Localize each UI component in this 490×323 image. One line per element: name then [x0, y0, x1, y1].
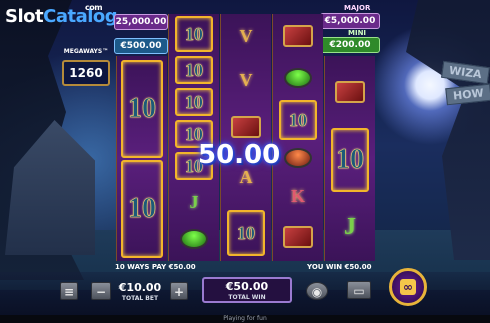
treasure-box-icon	[283, 226, 313, 248]
megaways-count: 1260	[62, 60, 110, 86]
reel-3: V V A 10	[220, 14, 271, 261]
symbol-ten: 10	[227, 210, 265, 256]
footer-text: Playing for fun	[223, 315, 267, 322]
cauldron-icon	[284, 148, 312, 168]
symbol-v: V	[239, 69, 253, 90]
symbol-ten: 10	[175, 16, 213, 52]
total-win-label: TOTAL WIN	[228, 294, 266, 301]
symbol-cauldron	[175, 222, 213, 256]
footer: Playing for fun	[0, 315, 490, 323]
reel-5: 10 J	[324, 56, 375, 261]
symbol-v: V	[239, 25, 253, 46]
symbol-ten: 10	[175, 88, 213, 116]
decrease-bet-button[interactable]: −	[91, 282, 111, 300]
logo-suffix: com	[85, 3, 103, 12]
sign-1: WIZA	[441, 60, 490, 85]
autoplay-icon: ▭	[353, 284, 365, 298]
cauldron-icon	[180, 229, 208, 249]
symbol-cauldron	[279, 60, 317, 96]
symbol-ten: 10	[121, 60, 163, 158]
plus-icon: +	[173, 285, 185, 299]
reel-grid: 10 10 10 10 10 10 10 J V V A 10 10 K 10 …	[116, 14, 375, 261]
sign-2: HOW	[445, 83, 490, 106]
menu-button[interactable]: ≡	[60, 282, 78, 300]
ways-pay-text: 10 WAYS PAY €50.00	[115, 263, 196, 271]
watermark-logo: SlotCatalog com	[5, 3, 118, 27]
logo-part-2: Catalog	[43, 6, 118, 27]
symbol-treasure-box	[279, 18, 317, 54]
minus-icon: −	[95, 285, 107, 299]
symbol-cauldron	[279, 144, 317, 172]
symbol-ten: 10	[121, 160, 163, 258]
reel-2: 10 10 10 10 10 J	[168, 14, 219, 261]
symbol-ten: 10	[331, 128, 369, 192]
turbo-icon: ◉	[311, 285, 323, 299]
reel-1: 10 10	[116, 56, 167, 261]
cauldron-icon	[284, 68, 312, 88]
infinity-icon: ∞	[400, 279, 416, 295]
total-win-value: €50.00	[225, 280, 269, 293]
spin-button[interactable]: ∞	[389, 268, 427, 306]
you-win-text: YOU WIN €50.00	[307, 263, 372, 271]
menu-icon: ≡	[63, 285, 75, 299]
megaways-label: MEGAWAYS™	[63, 48, 109, 55]
symbol-treasure-box	[227, 110, 265, 144]
jackpot-major-label: MAJOR	[344, 4, 371, 12]
symbol-j: J	[189, 191, 199, 212]
symbol-ten: 10	[279, 100, 317, 140]
increase-bet-button[interactable]: +	[170, 282, 188, 300]
symbol-ten: 10	[175, 56, 213, 84]
total-bet-value: €10.00	[118, 281, 162, 294]
treasure-box-icon	[335, 81, 365, 103]
symbol-k: K	[290, 185, 305, 206]
symbol-treasure-box	[279, 218, 317, 256]
signpost: WIZA HOW	[430, 58, 490, 118]
total-win-box: €50.00 TOTAL WIN	[202, 277, 292, 303]
treasure-box-icon	[231, 116, 261, 138]
symbol-j: J	[344, 213, 356, 240]
symbol-treasure-box	[331, 60, 369, 124]
big-win-amount: 50.00	[198, 140, 281, 170]
autoplay-button[interactable]: ▭	[347, 281, 371, 299]
reel-4: 10 K	[272, 14, 323, 261]
treasure-box-icon	[283, 25, 313, 47]
turbo-button[interactable]: ◉	[306, 282, 328, 300]
logo-part-1: Slot	[5, 6, 44, 27]
total-bet-label: TOTAL BET	[121, 295, 159, 302]
